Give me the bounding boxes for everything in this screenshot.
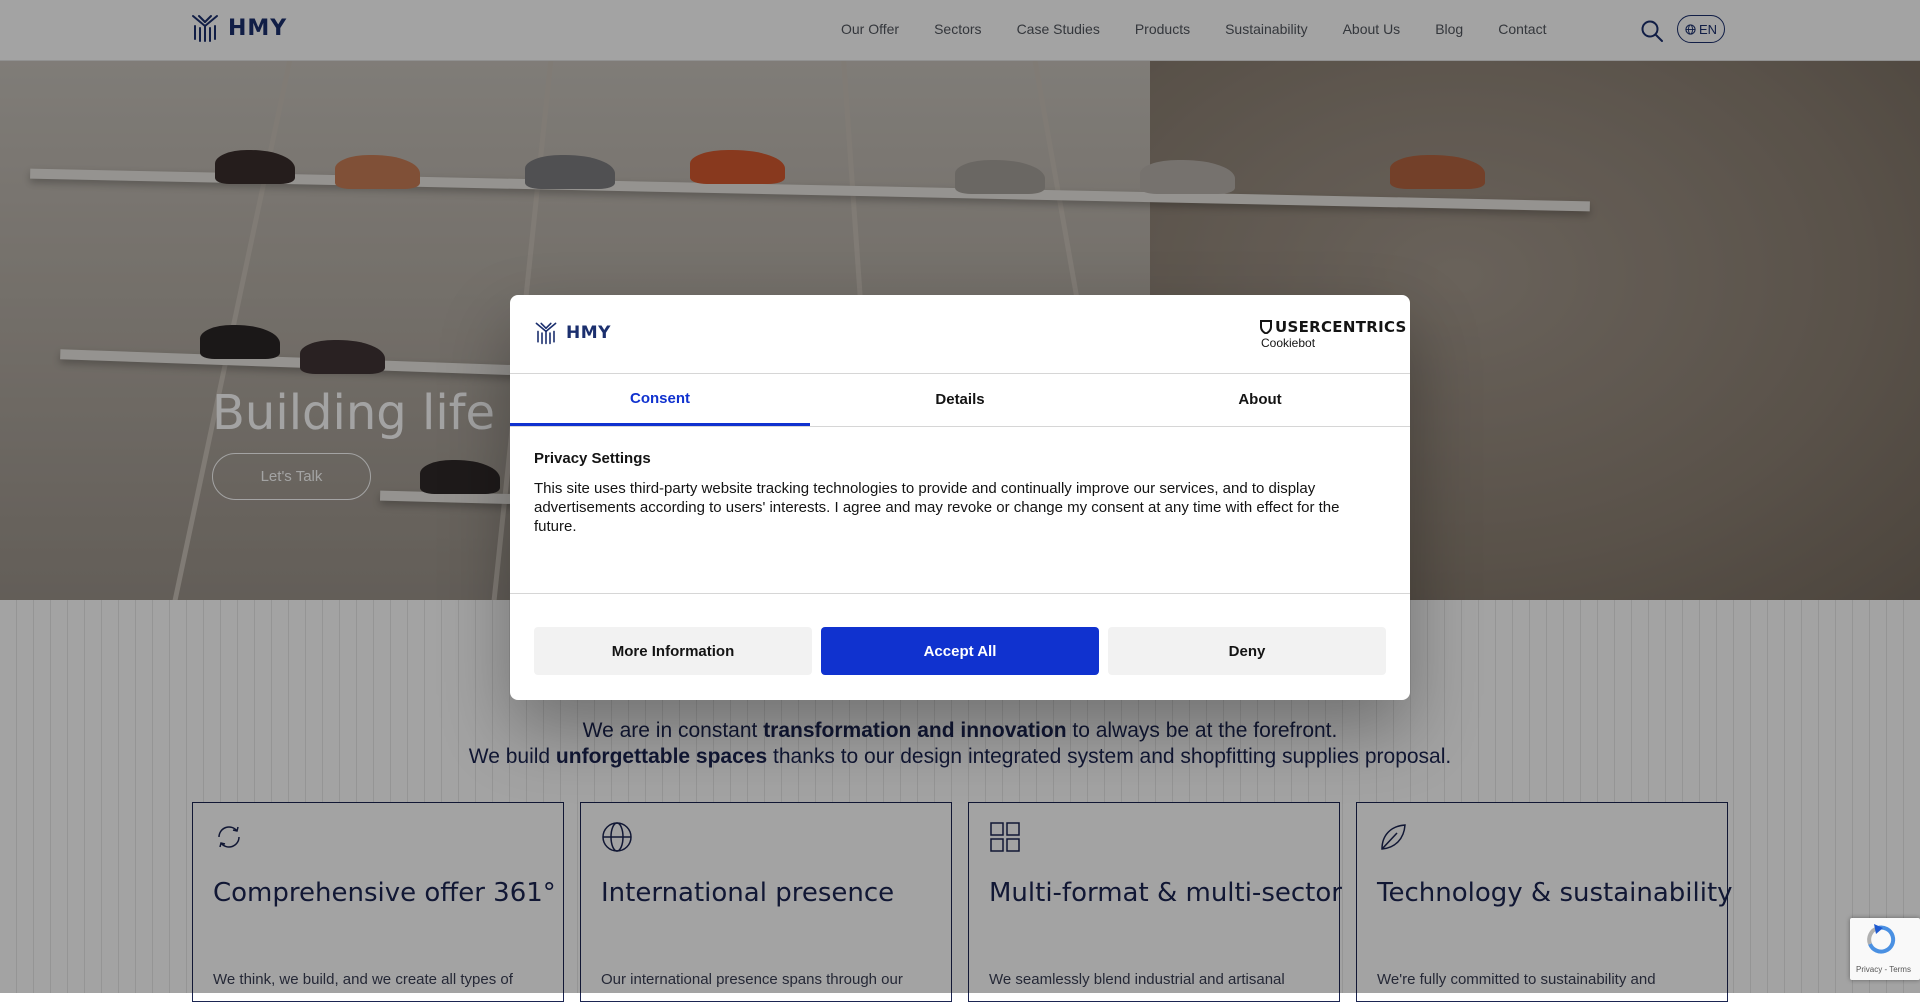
dialog-footer: More Information Accept All Deny	[510, 593, 1410, 700]
dialog-header: HMY USERCENTRICS Cookiebot	[510, 295, 1410, 374]
tab-about[interactable]: About	[1110, 373, 1410, 426]
tab-details[interactable]: Details	[810, 373, 1110, 426]
more-information-button[interactable]: More Information	[534, 627, 812, 675]
privacy-settings-text: This site uses third-party website track…	[534, 480, 1340, 535]
accept-all-button[interactable]: Accept All	[821, 627, 1099, 675]
dialog-body: Privacy Settings This site uses third-pa…	[534, 450, 1386, 536]
tab-consent[interactable]: Consent	[510, 373, 810, 426]
usercentrics-text: USERCENTRICS	[1275, 318, 1407, 336]
dialog-brand-logo: HMY	[534, 321, 611, 345]
dialog-tabs: Consent Details About	[510, 373, 1410, 427]
recaptcha-badge[interactable]: Privacy - Terms	[1850, 918, 1920, 980]
deny-button[interactable]: Deny	[1108, 627, 1386, 675]
recaptcha-icon	[1867, 924, 1896, 954]
shield-icon	[1260, 320, 1272, 334]
privacy-settings-heading: Privacy Settings	[534, 450, 651, 467]
cookie-consent-dialog: HMY USERCENTRICS Cookiebot Consent Detai…	[510, 295, 1410, 700]
cookiebot-text: Cookiebot	[1261, 336, 1316, 350]
dialog-brand-text: HMY	[566, 323, 611, 343]
usercentrics-brand: USERCENTRICS	[1260, 318, 1407, 336]
recaptcha-terms[interactable]: Privacy - Terms	[1856, 965, 1911, 974]
usercentrics-logo[interactable]: USERCENTRICS Cookiebot	[1260, 318, 1407, 350]
hmy-logo-icon	[535, 322, 557, 345]
